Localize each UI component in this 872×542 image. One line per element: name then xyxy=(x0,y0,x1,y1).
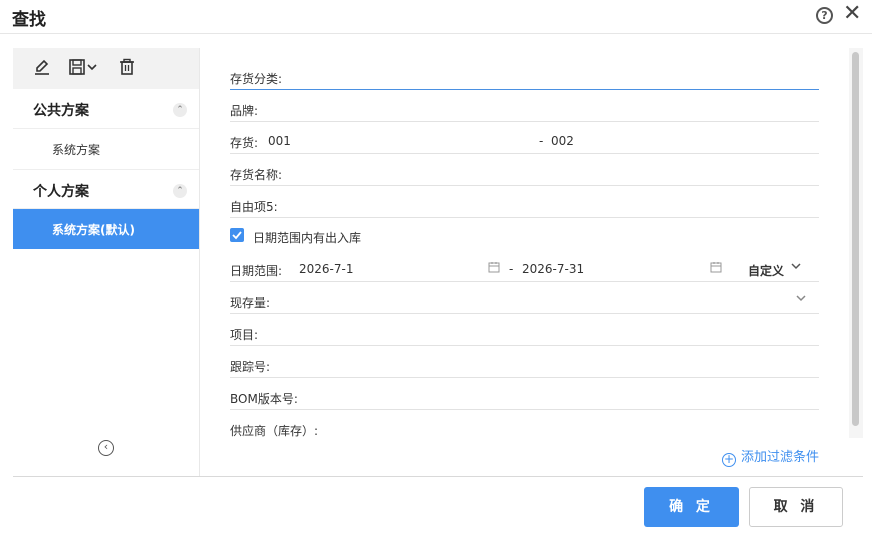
field-label: 跟踪号: xyxy=(230,360,271,374)
inventory-to-input[interactable]: 002 xyxy=(551,134,574,148)
scheme-item-personal-default[interactable]: 系统方案(默认) xyxy=(13,209,199,249)
cancel-button[interactable]: 取 消 xyxy=(749,487,843,527)
scroll-thumb[interactable] xyxy=(852,52,859,426)
field-label: 品牌: xyxy=(230,104,259,118)
ok-button[interactable]: 确 定 xyxy=(644,487,739,527)
project-field[interactable]: 项目: xyxy=(230,314,819,346)
date-range-field: 日期范围: 2026-7-1 - 2026-7-31 自定义 xyxy=(230,250,819,282)
calendar-icon[interactable] xyxy=(710,261,722,273)
field-label: 现存量: xyxy=(230,296,271,310)
field-label: 项目: xyxy=(230,328,259,342)
add-filter-label: 添加过滤条件 xyxy=(741,450,820,465)
field-label: 存货名称: xyxy=(230,168,283,182)
footer-divider xyxy=(13,476,863,477)
section-title: 个人方案 xyxy=(33,184,89,200)
close-icon[interactable]: ✕ xyxy=(843,3,861,25)
date-from-input[interactable]: 2026-7-1 xyxy=(299,262,353,276)
range-separator: - xyxy=(539,134,544,148)
date-mode-select[interactable]: 自定义 xyxy=(748,262,784,279)
inventory-from-input[interactable]: 001 xyxy=(268,134,291,148)
field-label: BOM版本号: xyxy=(230,392,298,406)
field-label: 日期范围: xyxy=(230,264,283,278)
save-dropdown-chevron-icon[interactable] xyxy=(86,57,98,77)
supplier-field[interactable]: 供应商（库存）: xyxy=(230,410,819,442)
chevron-down-icon[interactable] xyxy=(795,292,807,304)
plus-circle-icon: + xyxy=(722,452,736,467)
free-item5-field[interactable]: 自由项5: xyxy=(230,186,819,218)
chevron-up-icon[interactable]: ⌃ xyxy=(173,184,187,198)
scheme-sidebar: 公共方案 ⌃ 系统方案 个人方案 ⌃ 系统方案(默认) ‹ xyxy=(13,48,200,476)
save-icon[interactable] xyxy=(68,57,88,77)
stock-qty-field[interactable]: 现存量: xyxy=(230,282,819,314)
checkbox-label: 日期范围内有出入库 xyxy=(253,231,362,245)
date-range-checkbox[interactable] xyxy=(230,228,244,242)
dialog-titlebar: 查找 ? ✕ xyxy=(0,0,872,34)
form-scrollbar[interactable] xyxy=(849,48,863,438)
category-field[interactable]: 存货分类: xyxy=(230,58,819,90)
field-label: 存货分类: xyxy=(230,72,283,86)
date-range-checkbox-row: 日期范围内有出入库 xyxy=(230,218,819,250)
add-filter-button[interactable]: + 添加过滤条件 xyxy=(722,446,819,467)
inventory-field: 存货: 001 - 002 xyxy=(230,122,819,154)
field-label: 自由项5: xyxy=(230,200,278,214)
scheme-item-label: 系统方案(默认) xyxy=(52,223,135,237)
bom-version-field[interactable]: BOM版本号: xyxy=(230,378,819,410)
section-public-schemes: 公共方案 ⌃ xyxy=(13,89,199,129)
delete-icon[interactable] xyxy=(117,57,137,77)
calendar-icon[interactable] xyxy=(488,261,500,273)
dialog-title: 查找 xyxy=(12,10,46,30)
field-label: 存货: xyxy=(230,136,259,150)
help-icon[interactable]: ? xyxy=(816,7,833,24)
range-separator: - xyxy=(509,262,514,276)
inventory-name-field[interactable]: 存货名称: xyxy=(230,154,819,186)
tracking-no-field[interactable]: 跟踪号: xyxy=(230,346,819,378)
chevron-up-icon[interactable]: ⌃ xyxy=(173,103,187,117)
checkmark-icon xyxy=(232,231,242,240)
date-to-input[interactable]: 2026-7-31 xyxy=(522,262,584,276)
collapse-sidebar-icon[interactable]: ‹ xyxy=(98,440,114,456)
scheme-toolbar xyxy=(13,48,199,89)
section-title: 公共方案 xyxy=(33,103,89,119)
section-personal-schemes: 个人方案 ⌃ xyxy=(13,169,199,209)
chevron-down-icon[interactable] xyxy=(790,260,802,272)
brand-field[interactable]: 品牌: xyxy=(230,90,819,122)
scheme-item-label: 系统方案 xyxy=(52,143,101,157)
edit-icon[interactable] xyxy=(32,57,52,77)
scheme-item-public-system[interactable]: 系统方案 xyxy=(13,129,199,169)
field-label: 供应商（库存）: xyxy=(230,424,319,438)
filter-form: 存货分类: 品牌: 存货: 001 - 002 存货名称: 自由项5: 日期范围… xyxy=(230,58,819,442)
